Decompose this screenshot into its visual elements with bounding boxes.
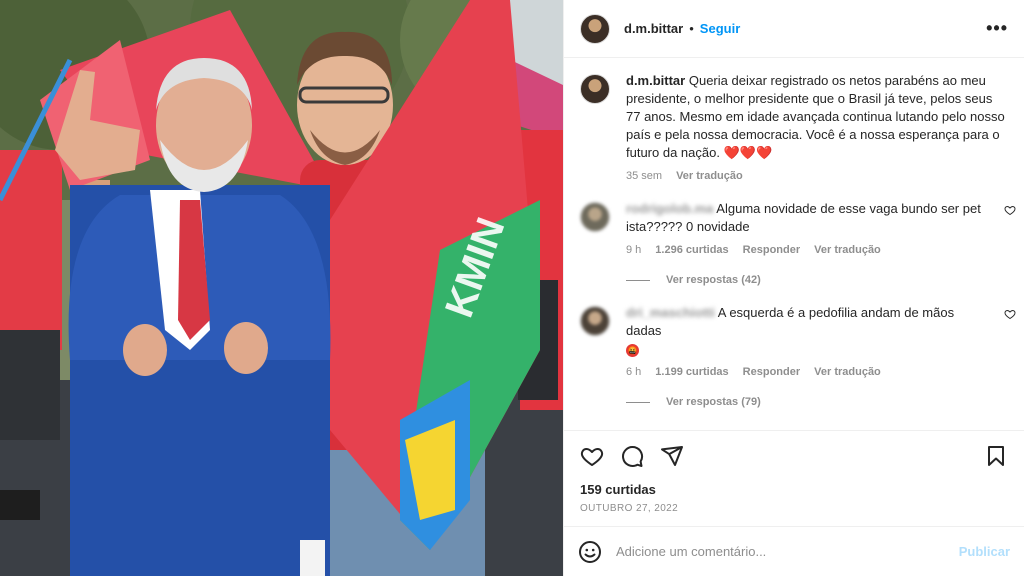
follow-button[interactable]: Seguir [700,21,740,36]
header-separator: • [689,21,694,36]
comment-likes[interactable]: 1.199 curtidas [655,366,728,378]
caption-meta: 35 sem Ver tradução [626,170,1008,182]
post-likes-count[interactable]: 159 curtidas [564,482,1024,497]
view-replies-label: Ver respostas (79) [666,396,761,408]
caption-translate-link[interactable]: Ver tradução [676,170,743,182]
post-header: d.m.bittar • Seguir ••• [564,0,1024,58]
publish-button[interactable]: Publicar [959,544,1010,559]
comment-item: dri_maschiotti A esquerda é a pedofilia … [580,304,1016,408]
angry-face-emoji: 🤬 [626,344,639,357]
add-comment-bar: Publicar [564,526,1024,576]
reply-button[interactable]: Responder [743,366,800,378]
avatar[interactable] [580,13,610,44]
comment-body: dri_maschiotti A esquerda é a pedofilia … [626,304,1008,358]
post-photo[interactable]: KMIN [0,0,563,576]
comment-time[interactable]: 9 h [626,244,641,256]
translate-link[interactable]: Ver tradução [814,366,881,378]
caption-hearts: ❤️❤️❤️ [723,145,773,160]
comment-item: rodrigolob.ma Alguma novidade de esse va… [580,200,1016,286]
comment-username[interactable]: dri_maschiotti [626,305,715,320]
smiley-icon[interactable] [578,540,602,564]
comments-scroll-area[interactable]: d.m.bittar Queria deixar registrado os n… [564,58,1024,430]
post-date[interactable]: OUTUBRO 27, 2022 [564,503,1024,514]
comment-input[interactable] [616,544,959,559]
caption: d.m.bittar Queria deixar registrado os n… [626,72,1008,162]
instagram-post-view: KMIN d.m.bittar • Seguir ••• d.m.bittar … [0,0,1024,576]
avatar[interactable] [580,74,610,104]
caption-row: d.m.bittar Queria deixar registrado os n… [580,72,1008,182]
comment-heart-icon[interactable] [1004,204,1016,216]
bookmark-icon[interactable] [984,444,1008,468]
heart-icon[interactable] [580,444,604,468]
comment-time[interactable]: 6 h [626,366,641,378]
more-options-icon[interactable]: ••• [986,18,1008,39]
post-side-panel: d.m.bittar • Seguir ••• d.m.bittar Queri… [563,0,1024,576]
comment-icon[interactable] [620,444,644,468]
reply-button[interactable]: Responder [743,244,800,256]
avatar[interactable] [580,202,610,232]
comment-meta: 6 h 1.199 curtidas Responder Ver traduçã… [626,366,1008,378]
comment-heart-icon[interactable] [1004,308,1016,320]
comment-meta: 9 h 1.296 curtidas Responder Ver traduçã… [626,244,1008,256]
translate-link[interactable]: Ver tradução [814,244,881,256]
header-username[interactable]: d.m.bittar [624,21,683,36]
comment-username[interactable]: rodrigolob.ma [626,201,713,216]
photo-illustration: KMIN [0,0,563,576]
replies-divider [626,279,650,281]
paper-plane-icon[interactable] [660,444,684,468]
post-actions-bar [564,430,1024,480]
comment-body: rodrigolob.ma Alguma novidade de esse va… [626,200,1008,236]
caption-time[interactable]: 35 sem [626,170,662,182]
view-replies-button[interactable]: Ver respostas (42) [626,274,1008,286]
avatar[interactable] [580,306,610,336]
replies-divider [626,401,650,403]
comment-likes[interactable]: 1.296 curtidas [655,244,728,256]
view-replies-label: Ver respostas (42) [666,274,761,286]
caption-username[interactable]: d.m.bittar [626,73,685,88]
view-replies-button[interactable]: Ver respostas (79) [626,396,1008,408]
